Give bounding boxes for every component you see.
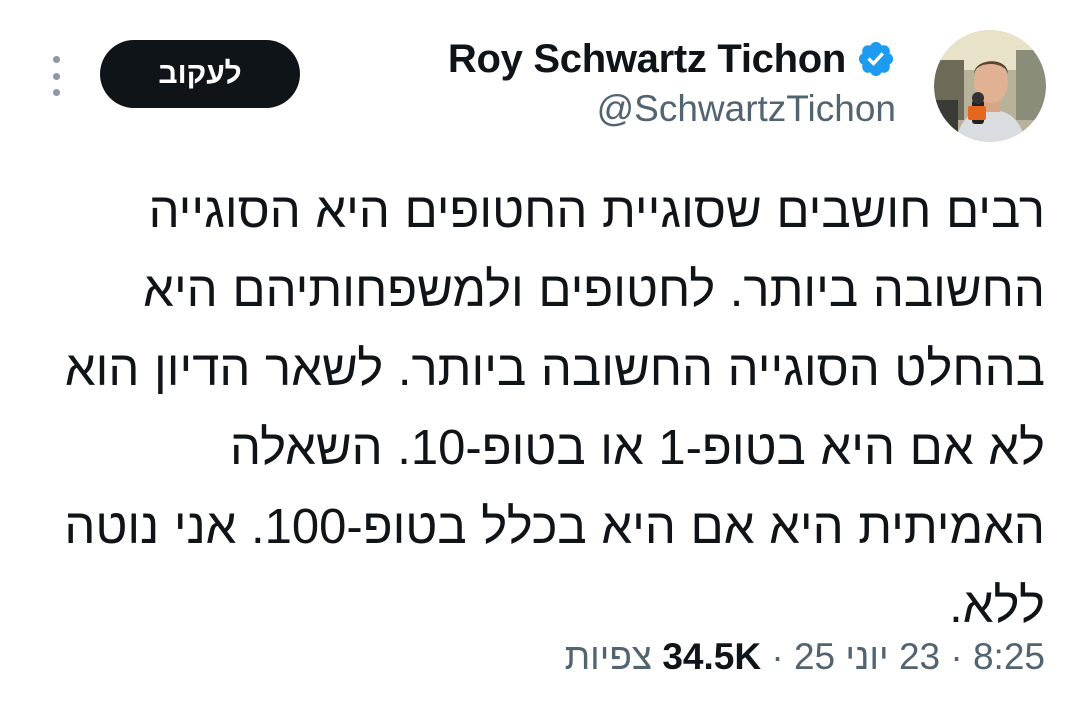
views-label: צפיות	[564, 636, 653, 677]
follow-button[interactable]: לעקוב	[100, 40, 300, 108]
author-handle[interactable]: @SchwartzTichon	[448, 88, 896, 130]
tweet-meta: 8:25 · 23 יוני 25 · 34.5K צפיות	[565, 636, 1045, 678]
more-dot	[52, 72, 60, 80]
tweet-date[interactable]: 23 יוני 25	[794, 636, 940, 677]
avatar-photo	[934, 30, 1046, 142]
author-name-row: Roy Schwartz Tichon	[448, 36, 896, 82]
tweet-text: רבים חושבים שסוגיית החטופים היא הסוגייה …	[64, 184, 1045, 633]
views-count[interactable]: 34.5K	[662, 636, 761, 677]
tweet-time[interactable]: 8:25	[973, 636, 1045, 677]
more-dot	[52, 89, 60, 96]
author-info: Roy Schwartz Tichon @SchwartzTichon	[448, 36, 896, 130]
verified-badge-icon	[858, 41, 894, 77]
tweet-card: לעקוב Roy Schwartz Tichon @SchwartzTicho…	[0, 0, 1079, 703]
more-options-icon[interactable]	[46, 56, 66, 96]
meta-separator: ·	[950, 636, 963, 677]
more-dot	[52, 56, 60, 63]
avatar[interactable]	[934, 30, 1046, 142]
meta-separator: ·	[771, 636, 784, 677]
author-display-name[interactable]: Roy Schwartz Tichon	[448, 37, 846, 82]
